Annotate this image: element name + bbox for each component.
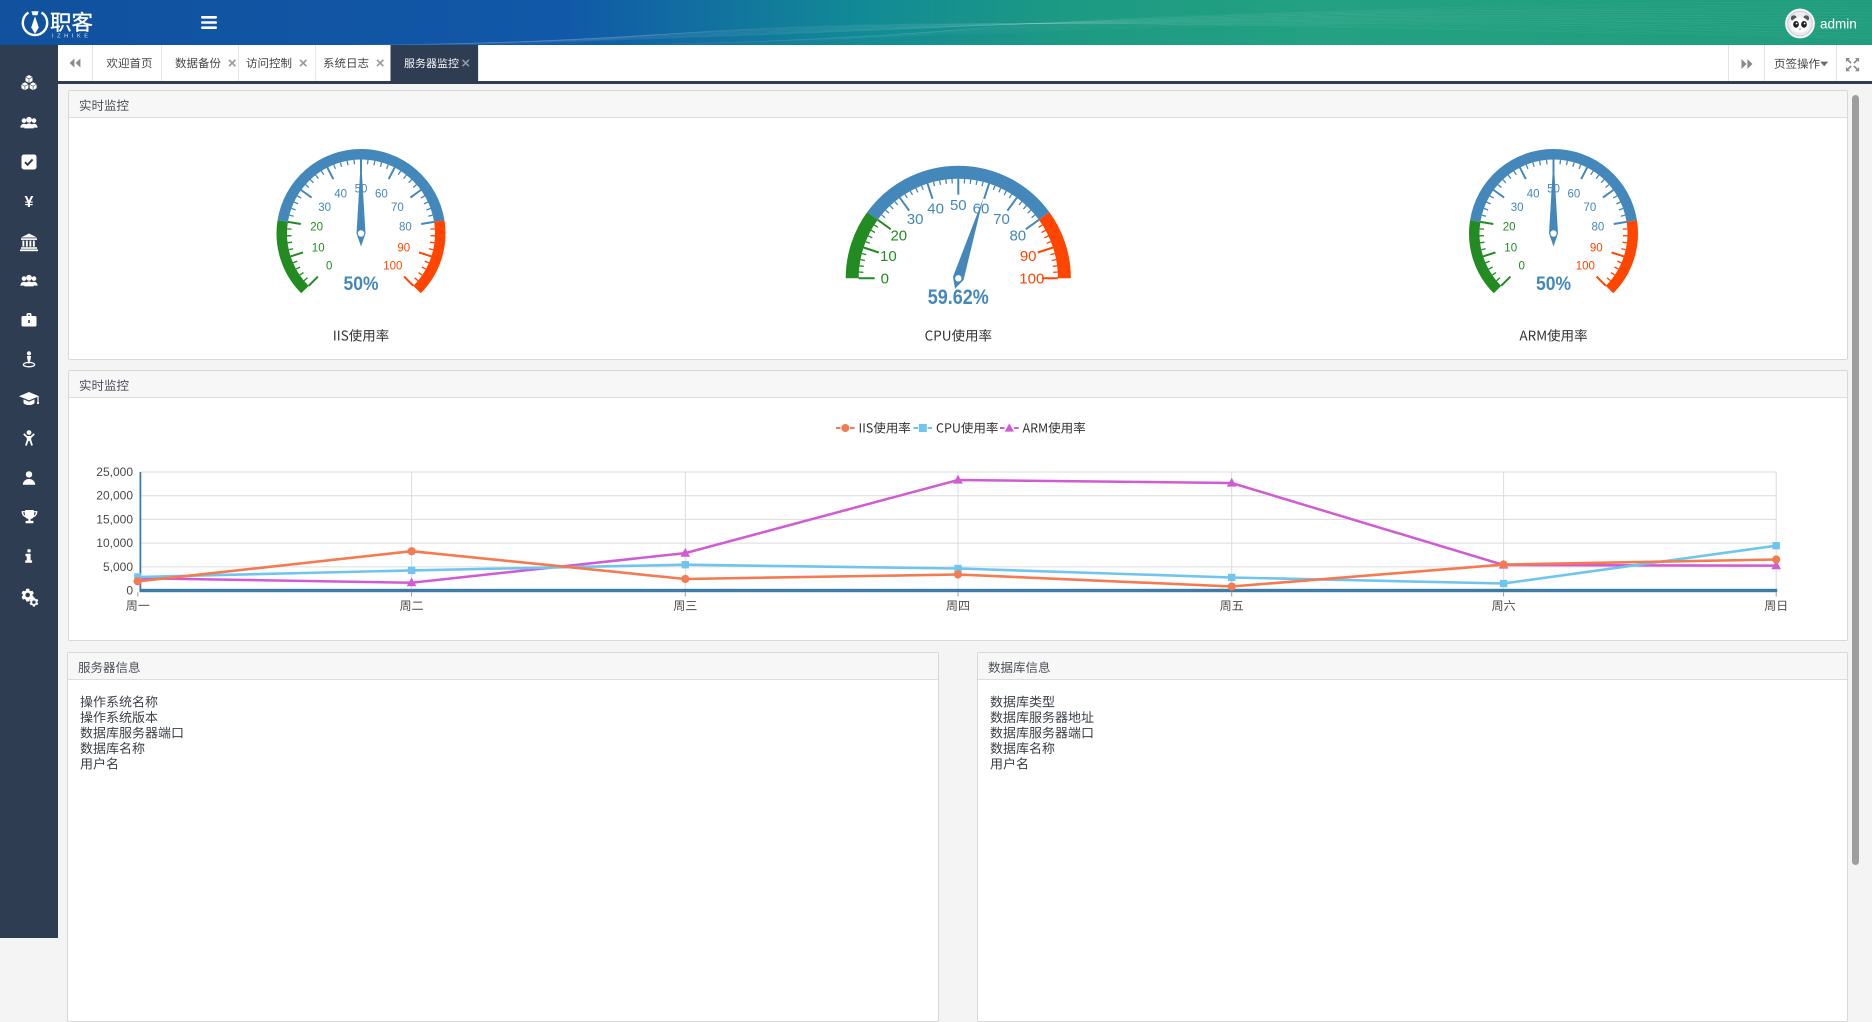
svg-text:60: 60: [375, 188, 388, 200]
svg-text:60: 60: [1568, 188, 1581, 200]
svg-text:50%: 50%: [344, 274, 379, 295]
svg-text:20: 20: [310, 222, 323, 234]
svg-text:30: 30: [907, 211, 924, 228]
svg-text:80: 80: [399, 222, 412, 234]
svg-text:90: 90: [397, 242, 410, 254]
svg-text:40: 40: [1527, 188, 1540, 200]
svg-text:90: 90: [1590, 242, 1603, 254]
svg-text:30: 30: [1511, 202, 1524, 214]
svg-text:80: 80: [1592, 222, 1605, 234]
svg-text:0: 0: [126, 584, 133, 598]
svg-text:40: 40: [334, 188, 347, 200]
svg-text:10: 10: [1504, 242, 1517, 254]
svg-text:50%: 50%: [1536, 274, 1571, 295]
svg-text:100: 100: [383, 260, 402, 272]
svg-text:5,000: 5,000: [103, 560, 133, 574]
svg-text:20,000: 20,000: [96, 489, 133, 503]
svg-text:0: 0: [326, 260, 332, 272]
svg-text:¥: ¥: [25, 194, 34, 210]
svg-text:10,000: 10,000: [96, 536, 133, 550]
svg-text:10: 10: [312, 242, 325, 254]
svg-text:admin: admin: [1820, 17, 1857, 32]
svg-text:10: 10: [880, 248, 897, 265]
svg-text:25,000: 25,000: [96, 465, 133, 479]
svg-text:15,000: 15,000: [96, 512, 133, 526]
svg-text:80: 80: [1009, 227, 1026, 244]
svg-text:30: 30: [318, 202, 331, 214]
svg-text:90: 90: [1020, 248, 1037, 265]
svg-text:100: 100: [1019, 271, 1044, 288]
svg-text:70: 70: [1584, 202, 1597, 214]
svg-text:0: 0: [1518, 260, 1524, 272]
svg-text:0: 0: [881, 271, 889, 288]
svg-text:20: 20: [890, 227, 907, 244]
svg-text:50: 50: [950, 197, 967, 214]
svg-text:70: 70: [993, 211, 1010, 228]
svg-text:20: 20: [1503, 222, 1516, 234]
svg-text:100: 100: [1576, 260, 1595, 272]
svg-text:60: 60: [973, 201, 990, 218]
svg-text:59.62%: 59.62%: [928, 285, 989, 309]
svg-text:70: 70: [391, 202, 404, 214]
svg-text:IZHIKE: IZHIKE: [52, 34, 92, 40]
svg-text:40: 40: [927, 201, 944, 218]
